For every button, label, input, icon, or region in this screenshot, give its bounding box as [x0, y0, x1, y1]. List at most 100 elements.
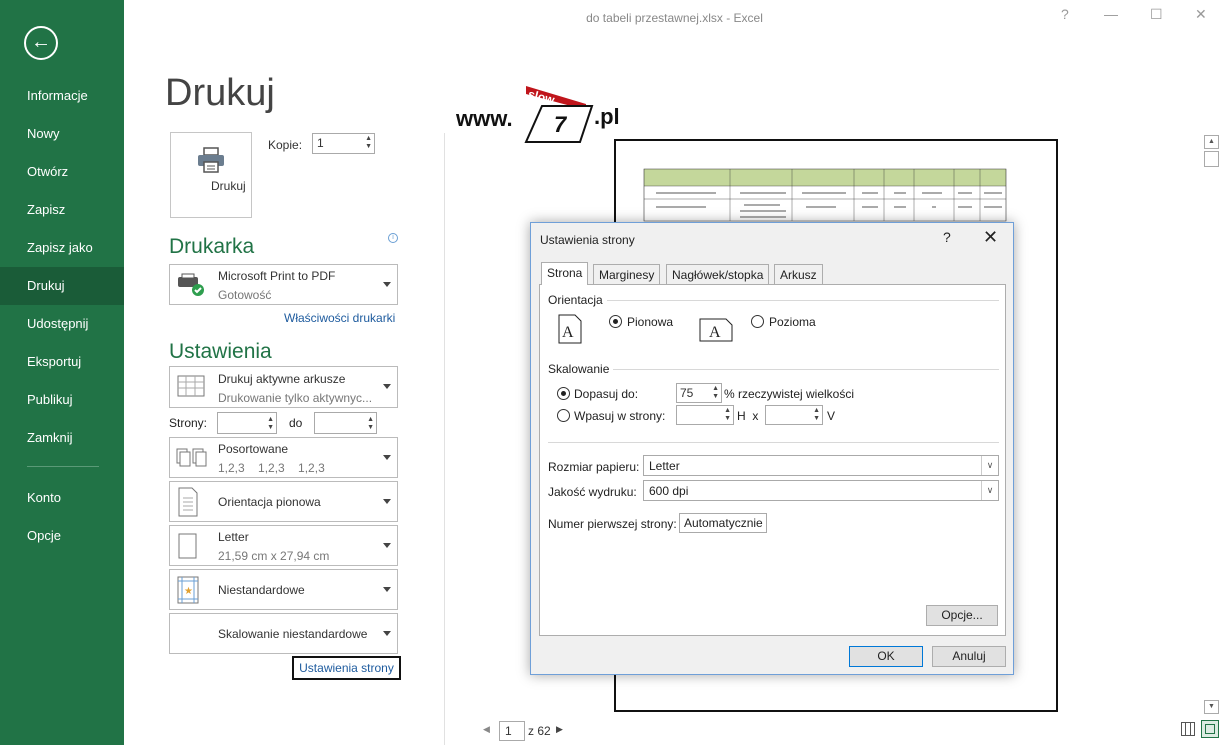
help-icon[interactable]: ? [1061, 6, 1069, 22]
margins-dropdown[interactable]: ★ Niestandardowe [169, 569, 398, 610]
page-setup-link[interactable]: Ustawienia strony [299, 661, 394, 675]
back-arrow-icon[interactable]: ← [24, 26, 58, 60]
print-quality-select[interactable]: 600 dpi ∨ [643, 480, 999, 501]
portrait-orientation-icon: A [558, 314, 582, 344]
tab-naglowek-stopka[interactable]: Nagłówek/stopka [666, 264, 770, 284]
nav-drukuj[interactable]: Drukuj [0, 267, 124, 305]
pages-from-spinner[interactable]: ▲ ▼ [267, 416, 274, 432]
scroll-up-icon[interactable]: ▲ [1204, 135, 1219, 149]
first-page-input[interactable]: Automatycznie [679, 513, 767, 533]
adjust-to-radio[interactable] [557, 387, 570, 400]
fit-v-label: V [827, 409, 836, 423]
minimize-button[interactable]: — [1104, 6, 1118, 22]
portrait-label[interactable]: Pionowa [627, 315, 673, 329]
page-setup-link-frame[interactable]: Ustawienia strony [292, 656, 401, 680]
collated-pages-icon [176, 448, 207, 466]
tab-strona[interactable]: Strona [541, 262, 589, 285]
backstage-sidebar: ← Informacje Nowy Otwórz Zapisz Zapisz j… [0, 0, 124, 745]
landscape-radio[interactable] [751, 315, 764, 328]
nav-otworz[interactable]: Otwórz [0, 153, 124, 191]
dialog-help-icon[interactable]: ? [943, 229, 951, 245]
fit-h-label: H x [737, 409, 759, 423]
current-page-input[interactable]: 1 [499, 721, 525, 741]
margins-value: Niestandardowe [218, 583, 305, 597]
chevron-down-icon [383, 454, 391, 460]
print-scope-dropdown[interactable]: Drukuj aktywne arkusze Drukowanie tylko … [169, 366, 398, 408]
pages-to-input[interactable]: ▲ ▼ [314, 412, 377, 434]
scroll-thumb[interactable] [1204, 151, 1219, 167]
printer-icon [198, 147, 224, 173]
tab-marginesy[interactable]: Marginesy [593, 264, 661, 284]
next-page-icon[interactable]: ▶ [556, 724, 563, 735]
show-margins-icon[interactable] [1181, 722, 1195, 736]
nav-publikuj[interactable]: Publikuj [0, 381, 124, 419]
ok-button[interactable]: OK [849, 646, 923, 667]
scaling-value: Skalowanie niestandardowe [218, 627, 368, 641]
adjust-to-input[interactable]: 75 ▲ ▼ [676, 383, 722, 403]
first-page-value: Automatycznie [684, 516, 763, 530]
fit-height-spinner[interactable]: ▲ ▼ [813, 407, 820, 423]
logo-prefix: www. [456, 106, 513, 131]
scroll-down-icon[interactable]: ▼ [1204, 700, 1219, 714]
adjust-to-spinner[interactable]: ▲ ▼ [712, 385, 719, 401]
dialog-close-icon[interactable]: ✕ [983, 227, 998, 248]
site-logo: www. slow 7 .pl [456, 84, 636, 144]
copies-label: Kopie: [268, 138, 303, 152]
chevron-down-icon: ∨ [981, 456, 998, 475]
print-button[interactable]: Drukuj [170, 132, 252, 218]
portrait-page-icon [178, 487, 198, 516]
nav-nowy[interactable]: Nowy [0, 115, 124, 153]
close-button[interactable]: ✕ [1195, 6, 1207, 23]
fit-to-label[interactable]: Wpasuj w strony: [574, 409, 665, 423]
adjust-to-suffix: % rzeczywistej wielkości [724, 387, 855, 401]
paper-size-select[interactable]: Letter ∨ [643, 455, 999, 476]
nav-udostepnij[interactable]: Udostępnij [0, 305, 124, 343]
fit-height-input[interactable]: ▲ ▼ [765, 405, 823, 425]
paper-icon [178, 533, 197, 558]
cancel-button[interactable]: Anuluj [932, 646, 1006, 667]
maximize-button[interactable]: ☐ [1150, 6, 1163, 23]
nav-divider [27, 466, 99, 467]
pages-from-input[interactable]: ▲ ▼ [217, 412, 277, 434]
title-bar: do tabeli przestawnej.xlsx - Excel ? — ☐… [124, 0, 1225, 34]
copies-spinner[interactable]: ▲ ▼ [365, 135, 372, 151]
printer-dropdown[interactable]: Microsoft Print to PDF Gotowość [169, 264, 398, 305]
printer-properties-link[interactable]: Właściwości drukarki [284, 311, 395, 325]
portrait-radio[interactable] [609, 315, 622, 328]
collate-dropdown[interactable]: Posortowane 1,2,3 1,2,3 1,2,3 [169, 437, 398, 478]
nav-eksportuj[interactable]: Eksportuj [0, 343, 124, 381]
tab-arkusz[interactable]: Arkusz [774, 264, 823, 284]
tab-panel: Orientacja A Pionowa A Pozioma Skalowani… [539, 284, 1006, 636]
nav-zapisz-jako[interactable]: Zapisz jako [0, 229, 124, 267]
svg-text:A: A [562, 324, 574, 341]
paper-size-dropdown[interactable]: Letter 21,59 cm x 27,94 cm [169, 525, 398, 566]
prev-page-icon[interactable]: ◀ [483, 724, 490, 735]
nav-informacje[interactable]: Informacje [0, 77, 124, 115]
nav-zapisz[interactable]: Zapisz [0, 191, 124, 229]
nav-opcje[interactable]: Opcje [0, 517, 124, 555]
chevron-down-icon [383, 498, 391, 504]
info-icon[interactable]: i [388, 233, 398, 243]
copies-input[interactable]: 1 ▲ ▼ [312, 133, 375, 154]
chevron-down-icon [383, 630, 391, 636]
svg-text:A: A [709, 324, 721, 341]
print-button-label: Drukuj [211, 179, 246, 193]
fit-width-spinner[interactable]: ▲ ▼ [724, 407, 731, 423]
scaling-dropdown[interactable]: Skalowanie niestandardowe [169, 613, 398, 654]
nav-konto[interactable]: Konto [0, 479, 124, 517]
chevron-down-icon [383, 586, 391, 592]
scaling-group-label: Skalowanie [548, 362, 614, 376]
landscape-label[interactable]: Pozioma [769, 315, 816, 329]
orientation-dropdown[interactable]: Orientacja pionowa [169, 481, 398, 522]
zoom-to-page-icon[interactable] [1201, 720, 1219, 738]
options-button[interactable]: Opcje... [926, 605, 998, 626]
preview-scrollbar[interactable]: ▲ ▼ [1204, 135, 1219, 715]
paper-size-value: Letter [649, 459, 680, 473]
fit-to-radio[interactable] [557, 409, 570, 422]
adjust-to-label[interactable]: Dopasuj do: [574, 387, 638, 401]
pages-to-spinner[interactable]: ▲ ▼ [367, 416, 374, 432]
print-scope-main: Drukuj aktywne arkusze [218, 372, 346, 386]
orientation-group-label: Orientacja [548, 293, 607, 307]
fit-width-input[interactable]: ▲ ▼ [676, 405, 734, 425]
nav-zamknij[interactable]: Zamknij [0, 419, 124, 457]
